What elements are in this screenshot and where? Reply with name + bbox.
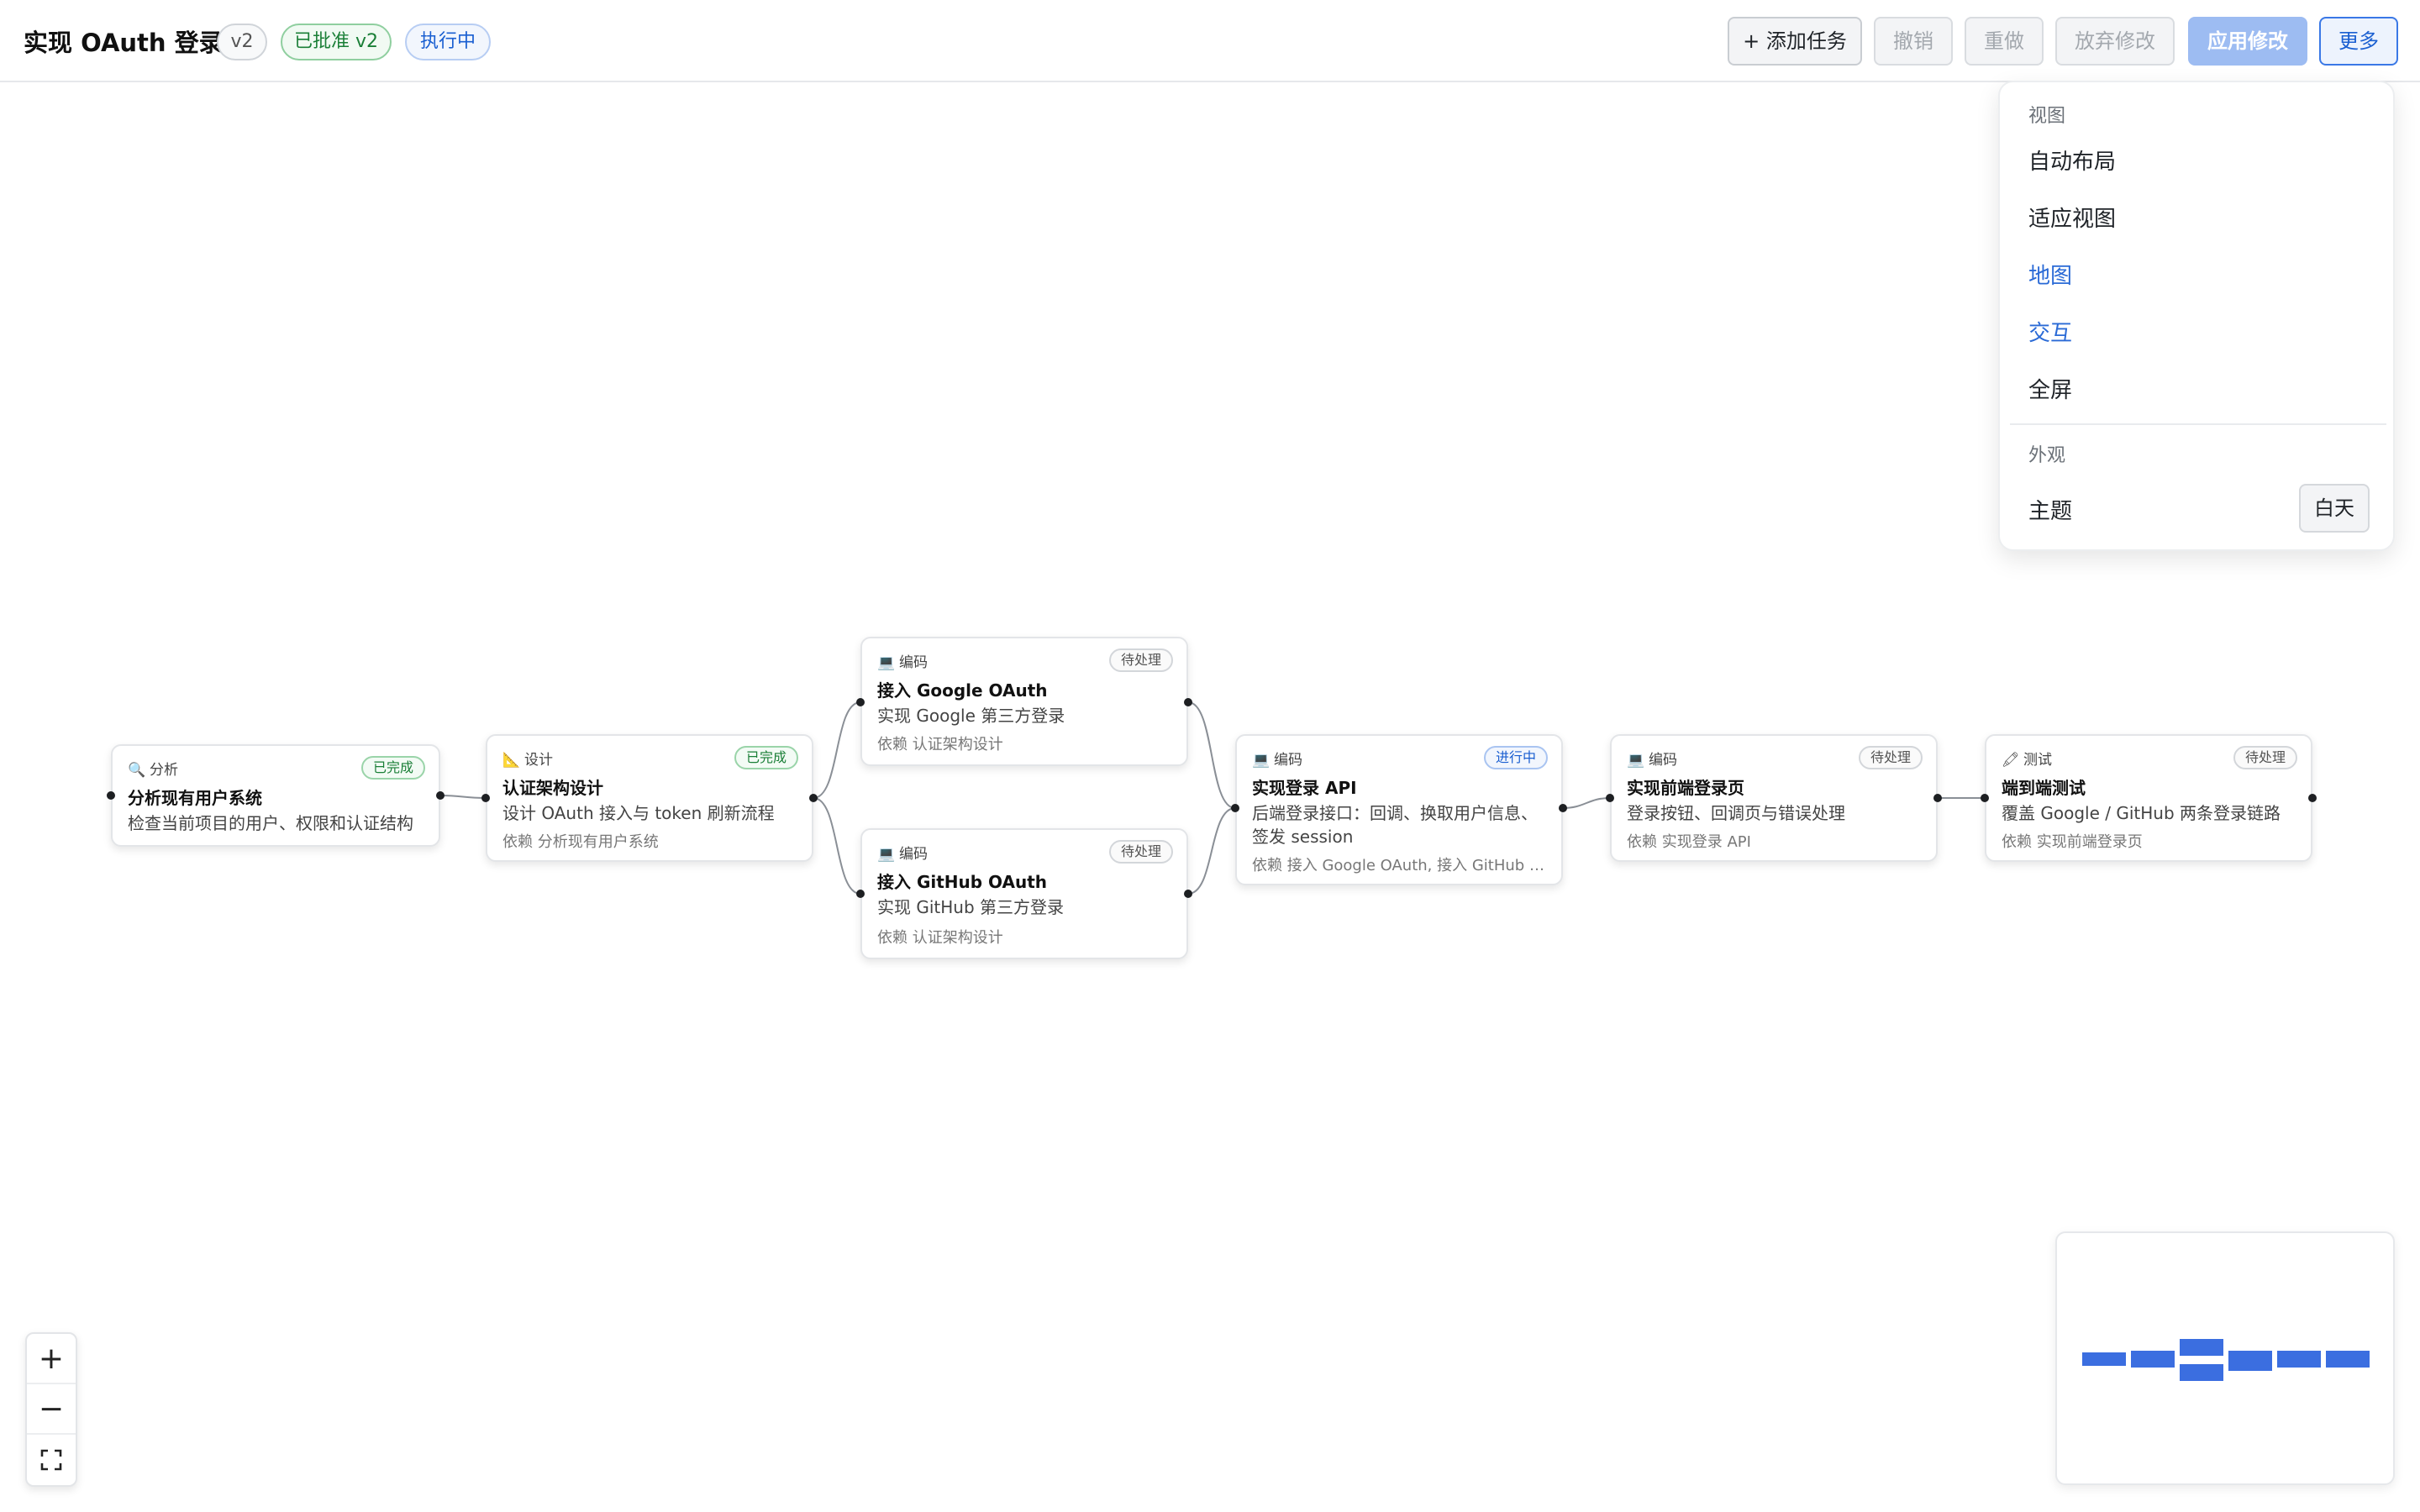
task-node-design[interactable]: 📐 设计 已完成 认证架构设计 设计 OAuth 接入与 token 刷新流程 依… (486, 734, 813, 862)
task-type: 编码 (1274, 752, 1302, 769)
menu-item-fit-view[interactable]: 适应视图 (2028, 202, 2116, 233)
menu-item-interact[interactable]: 交互 (2028, 316, 2072, 347)
task-type: 测试 (2023, 752, 2052, 769)
node-input-port[interactable] (856, 698, 865, 706)
zoom-controls: + − (25, 1332, 77, 1487)
task-type: 编码 (899, 654, 928, 671)
task-description: 实现 GitHub 第三方登录 (877, 897, 1065, 917)
task-node-analyze[interactable]: 🔍 分析 已完成 分析现有用户系统 检查当前项目的用户、权限和认证结构 (111, 744, 440, 847)
edge-design-github (813, 797, 861, 895)
task-description: 登录按钮、回调页与错误处理 (1627, 803, 1845, 823)
node-output-port[interactable] (436, 791, 445, 800)
task-dependency: 依赖 接入 Google OAuth, 接入 GitHub O... (1252, 857, 1548, 874)
menu-section-appearance: 外观 (2028, 445, 2066, 466)
task-description: 设计 OAuth 接入与 token 刷新流程 (502, 803, 775, 823)
task-status-badge: 待处理 (1858, 746, 1923, 769)
node-input-port[interactable] (107, 791, 115, 800)
zoom-out-button[interactable]: − (27, 1384, 76, 1435)
task-name: 端到端测试 (2002, 778, 2086, 798)
node-output-port[interactable] (1184, 698, 1192, 706)
task-name: 认证架构设计 (502, 778, 603, 798)
task-description: 检查当前项目的用户、权限和认证结构 (128, 813, 413, 833)
magnifier-icon: 🔍 (128, 762, 146, 779)
task-node-github-oauth[interactable]: 💻 编码 待处理 接入 GitHub OAuth 实现 GitHub 第三方登录 … (860, 828, 1188, 959)
node-input-port[interactable] (1606, 794, 1614, 802)
menu-item-fullscreen[interactable]: 全屏 (2028, 373, 2072, 404)
task-dependency: 依赖 分析现有用户系统 (502, 833, 659, 851)
minimap-node (2180, 1339, 2223, 1356)
task-status-badge: 进行中 (1483, 746, 1548, 769)
minimap-node (2180, 1364, 2223, 1381)
minimap-node (2326, 1351, 2370, 1368)
task-dependency: 依赖 认证架构设计 (877, 736, 1003, 753)
minimap-node (2228, 1351, 2272, 1371)
edge-api-frontend (1562, 797, 1611, 809)
task-dependency: 依赖 实现登录 API (1627, 833, 1751, 851)
task-status-badge: 待处理 (2233, 746, 2297, 769)
task-description: 实现 Google 第三方登录 (877, 706, 1065, 726)
menu-divider (2010, 423, 2386, 425)
menu-item-theme-label: 主题 (2028, 499, 2073, 524)
node-input-port[interactable] (856, 890, 865, 898)
task-description: 后端登录接口：回调、换取用户信息、签发 session (1252, 803, 1538, 847)
node-input-port[interactable] (1231, 804, 1239, 812)
fit-view-button[interactable] (27, 1435, 76, 1485)
laptop-icon: 💻 (1627, 752, 1645, 769)
task-type: 编码 (899, 846, 928, 863)
zoom-in-button[interactable]: + (27, 1334, 76, 1384)
task-status-badge: 已完成 (734, 746, 798, 769)
laptop-icon: 💻 (1252, 752, 1270, 769)
task-status-badge: 待处理 (1108, 648, 1173, 672)
task-type: 分析 (150, 762, 178, 779)
task-name: 接入 Google OAuth (877, 680, 1048, 701)
laptop-icon: 💻 (877, 846, 896, 863)
fullscreen-icon (40, 1449, 62, 1471)
node-input-port[interactable] (1981, 794, 1989, 802)
task-description: 覆盖 Google / GitHub 两条登录链路 (2002, 803, 2281, 823)
task-status-badge: 待处理 (1108, 840, 1173, 864)
task-name: 实现登录 API (1252, 778, 1357, 798)
theme-toggle-button[interactable]: 白天 (2299, 484, 2370, 533)
task-type: 编码 (1649, 752, 1677, 769)
ruler-icon: 📐 (502, 752, 521, 769)
task-name: 接入 GitHub OAuth (877, 872, 1048, 892)
node-output-port[interactable] (1933, 794, 1942, 802)
edge-design-google (813, 701, 861, 799)
more-menu: 视图 自动布局 适应视图 地图 交互 全屏 外观 主题 白天 (1998, 81, 2395, 551)
minimap[interactable] (2055, 1231, 2395, 1485)
node-output-port[interactable] (809, 794, 818, 802)
menu-section-view: 视图 (2028, 106, 2066, 127)
task-status-badge: 已完成 (360, 756, 425, 780)
task-node-google-oauth[interactable]: 💻 编码 待处理 接入 Google OAuth 实现 Google 第三方登录 … (860, 637, 1188, 766)
edge-github-api (1187, 807, 1236, 895)
laptop-icon: 💻 (877, 654, 896, 671)
menu-item-auto-layout[interactable]: 自动布局 (2028, 144, 2116, 176)
edge-google-api (1187, 701, 1236, 809)
node-output-port[interactable] (1559, 804, 1567, 812)
task-node-e2e-test[interactable]: 🖍 测试 待处理 端到端测试 覆盖 Google / GitHub 两条登录链路 … (1985, 734, 2312, 862)
minimap-node (2131, 1351, 2175, 1368)
menu-item-map[interactable]: 地图 (2028, 259, 2072, 290)
task-node-frontend-login[interactable]: 💻 编码 待处理 实现前端登录页 登录按钮、回调页与错误处理 依赖 实现登录 AP… (1610, 734, 1938, 862)
task-name: 实现前端登录页 (1627, 778, 1744, 798)
pencil-icon: 🖍 (2002, 752, 2020, 769)
node-output-port[interactable] (1184, 890, 1192, 898)
task-node-login-api[interactable]: 💻 编码 进行中 实现登录 API 后端登录接口：回调、换取用户信息、签发 ses… (1235, 734, 1563, 885)
edge-analyze-design (439, 795, 487, 799)
node-input-port[interactable] (481, 794, 490, 802)
task-name: 分析现有用户系统 (128, 788, 262, 808)
minimap-node (2082, 1352, 2126, 1366)
task-type: 设计 (524, 752, 553, 769)
task-dependency: 依赖 认证架构设计 (877, 929, 1003, 947)
task-dependency: 依赖 实现前端登录页 (2002, 833, 2143, 851)
minimap-node (2277, 1351, 2321, 1368)
node-output-port[interactable] (2308, 794, 2317, 802)
